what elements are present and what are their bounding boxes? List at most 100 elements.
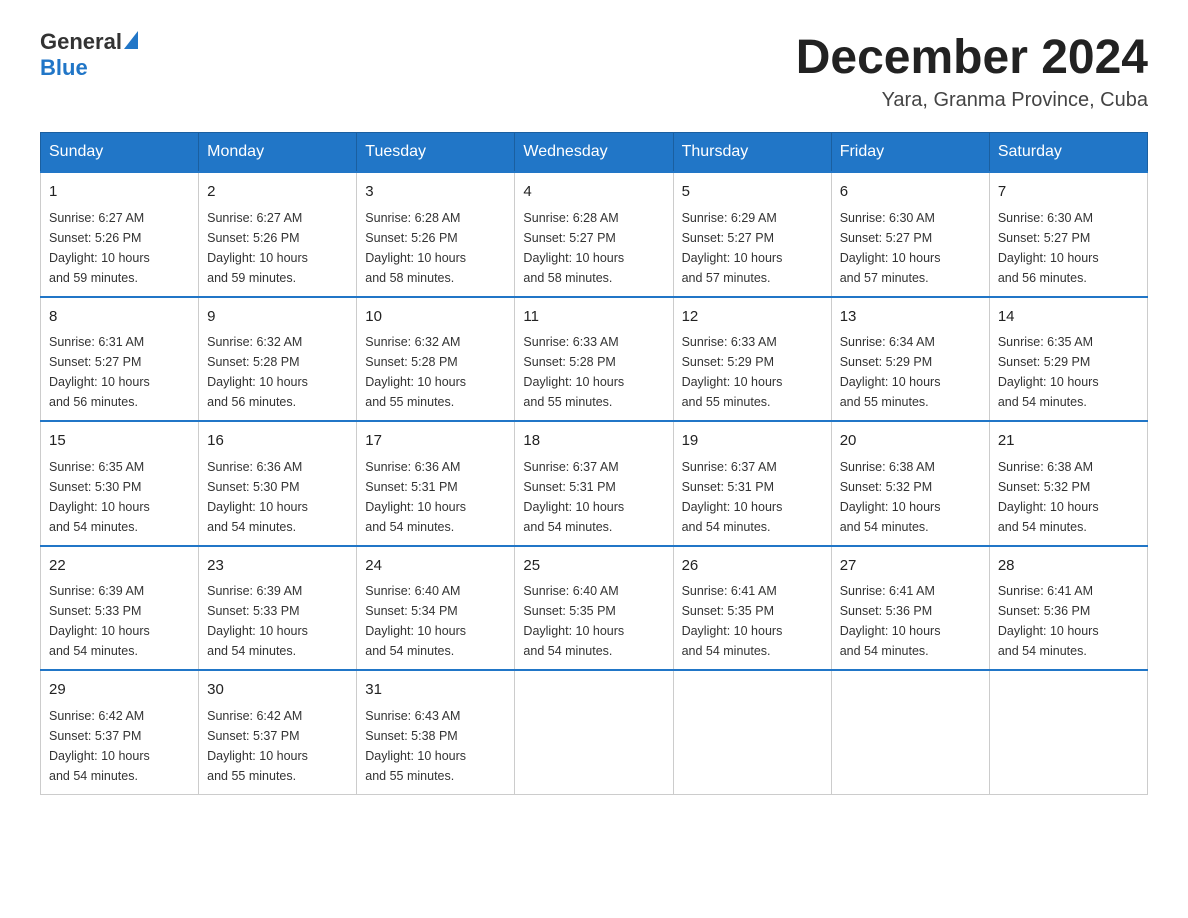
day-number: 7 [998, 181, 1139, 204]
calendar-cell: 12 Sunrise: 6:33 AMSunset: 5:29 PMDaylig… [673, 297, 831, 422]
day-info: Sunrise: 6:39 AMSunset: 5:33 PMDaylight:… [207, 584, 308, 658]
calendar-cell: 29 Sunrise: 6:42 AMSunset: 5:37 PMDaylig… [41, 670, 199, 794]
day-info: Sunrise: 6:40 AMSunset: 5:34 PMDaylight:… [365, 584, 466, 658]
day-number: 23 [207, 555, 348, 578]
calendar-cell: 14 Sunrise: 6:35 AMSunset: 5:29 PMDaylig… [989, 297, 1147, 422]
calendar-cell: 7 Sunrise: 6:30 AMSunset: 5:27 PMDayligh… [989, 172, 1147, 297]
day-info: Sunrise: 6:34 AMSunset: 5:29 PMDaylight:… [840, 335, 941, 409]
calendar-header-row: SundayMondayTuesdayWednesdayThursdayFrid… [41, 133, 1148, 173]
day-number: 2 [207, 181, 348, 204]
day-number: 31 [365, 679, 506, 702]
day-number: 18 [523, 430, 664, 453]
calendar-cell: 26 Sunrise: 6:41 AMSunset: 5:35 PMDaylig… [673, 546, 831, 671]
calendar-cell: 5 Sunrise: 6:29 AMSunset: 5:27 PMDayligh… [673, 172, 831, 297]
logo-triangle-icon [124, 31, 138, 49]
day-info: Sunrise: 6:29 AMSunset: 5:27 PMDaylight:… [682, 211, 783, 285]
day-number: 4 [523, 181, 664, 204]
month-title: December 2024 [796, 30, 1148, 85]
calendar-cell: 27 Sunrise: 6:41 AMSunset: 5:36 PMDaylig… [831, 546, 989, 671]
day-info: Sunrise: 6:36 AMSunset: 5:31 PMDaylight:… [365, 460, 466, 534]
day-info: Sunrise: 6:37 AMSunset: 5:31 PMDaylight:… [682, 460, 783, 534]
day-number: 24 [365, 555, 506, 578]
calendar-table: SundayMondayTuesdayWednesdayThursdayFrid… [40, 132, 1148, 795]
day-number: 8 [49, 306, 190, 329]
calendar-cell: 6 Sunrise: 6:30 AMSunset: 5:27 PMDayligh… [831, 172, 989, 297]
calendar-cell: 15 Sunrise: 6:35 AMSunset: 5:30 PMDaylig… [41, 421, 199, 546]
day-info: Sunrise: 6:35 AMSunset: 5:29 PMDaylight:… [998, 335, 1099, 409]
day-number: 30 [207, 679, 348, 702]
day-info: Sunrise: 6:41 AMSunset: 5:36 PMDaylight:… [840, 584, 941, 658]
calendar-cell: 31 Sunrise: 6:43 AMSunset: 5:38 PMDaylig… [357, 670, 515, 794]
calendar-week-row: 22 Sunrise: 6:39 AMSunset: 5:33 PMDaylig… [41, 546, 1148, 671]
calendar-cell [515, 670, 673, 794]
day-info: Sunrise: 6:35 AMSunset: 5:30 PMDaylight:… [49, 460, 150, 534]
calendar-week-row: 8 Sunrise: 6:31 AMSunset: 5:27 PMDayligh… [41, 297, 1148, 422]
day-number: 6 [840, 181, 981, 204]
calendar-cell: 24 Sunrise: 6:40 AMSunset: 5:34 PMDaylig… [357, 546, 515, 671]
calendar-cell: 4 Sunrise: 6:28 AMSunset: 5:27 PMDayligh… [515, 172, 673, 297]
day-info: Sunrise: 6:33 AMSunset: 5:28 PMDaylight:… [523, 335, 624, 409]
page-header: General Blue December 2024 Yara, Granma … [40, 30, 1148, 112]
calendar-week-row: 1 Sunrise: 6:27 AMSunset: 5:26 PMDayligh… [41, 172, 1148, 297]
day-number: 12 [682, 306, 823, 329]
day-info: Sunrise: 6:42 AMSunset: 5:37 PMDaylight:… [49, 709, 150, 783]
day-info: Sunrise: 6:42 AMSunset: 5:37 PMDaylight:… [207, 709, 308, 783]
calendar-cell: 19 Sunrise: 6:37 AMSunset: 5:31 PMDaylig… [673, 421, 831, 546]
calendar-cell: 16 Sunrise: 6:36 AMSunset: 5:30 PMDaylig… [199, 421, 357, 546]
calendar-cell: 28 Sunrise: 6:41 AMSunset: 5:36 PMDaylig… [989, 546, 1147, 671]
day-number: 22 [49, 555, 190, 578]
calendar-cell: 9 Sunrise: 6:32 AMSunset: 5:28 PMDayligh… [199, 297, 357, 422]
day-number: 20 [840, 430, 981, 453]
day-number: 11 [523, 306, 664, 329]
day-info: Sunrise: 6:27 AMSunset: 5:26 PMDaylight:… [49, 211, 150, 285]
day-number: 28 [998, 555, 1139, 578]
location-title: Yara, Granma Province, Cuba [796, 89, 1148, 112]
day-number: 5 [682, 181, 823, 204]
day-number: 10 [365, 306, 506, 329]
header-saturday: Saturday [989, 133, 1147, 173]
day-info: Sunrise: 6:38 AMSunset: 5:32 PMDaylight:… [840, 460, 941, 534]
day-info: Sunrise: 6:40 AMSunset: 5:35 PMDaylight:… [523, 584, 624, 658]
calendar-cell [831, 670, 989, 794]
day-number: 9 [207, 306, 348, 329]
calendar-cell [989, 670, 1147, 794]
calendar-cell: 25 Sunrise: 6:40 AMSunset: 5:35 PMDaylig… [515, 546, 673, 671]
day-number: 21 [998, 430, 1139, 453]
calendar-cell: 2 Sunrise: 6:27 AMSunset: 5:26 PMDayligh… [199, 172, 357, 297]
day-number: 16 [207, 430, 348, 453]
day-number: 3 [365, 181, 506, 204]
day-info: Sunrise: 6:32 AMSunset: 5:28 PMDaylight:… [365, 335, 466, 409]
header-friday: Friday [831, 133, 989, 173]
header-wednesday: Wednesday [515, 133, 673, 173]
day-number: 15 [49, 430, 190, 453]
day-number: 27 [840, 555, 981, 578]
calendar-cell [673, 670, 831, 794]
day-info: Sunrise: 6:36 AMSunset: 5:30 PMDaylight:… [207, 460, 308, 534]
header-monday: Monday [199, 133, 357, 173]
calendar-cell: 1 Sunrise: 6:27 AMSunset: 5:26 PMDayligh… [41, 172, 199, 297]
day-info: Sunrise: 6:27 AMSunset: 5:26 PMDaylight:… [207, 211, 308, 285]
day-info: Sunrise: 6:30 AMSunset: 5:27 PMDaylight:… [998, 211, 1099, 285]
day-info: Sunrise: 6:28 AMSunset: 5:26 PMDaylight:… [365, 211, 466, 285]
day-info: Sunrise: 6:28 AMSunset: 5:27 PMDaylight:… [523, 211, 624, 285]
calendar-cell: 30 Sunrise: 6:42 AMSunset: 5:37 PMDaylig… [199, 670, 357, 794]
day-number: 19 [682, 430, 823, 453]
calendar-cell: 11 Sunrise: 6:33 AMSunset: 5:28 PMDaylig… [515, 297, 673, 422]
calendar-cell: 8 Sunrise: 6:31 AMSunset: 5:27 PMDayligh… [41, 297, 199, 422]
day-info: Sunrise: 6:32 AMSunset: 5:28 PMDaylight:… [207, 335, 308, 409]
day-info: Sunrise: 6:39 AMSunset: 5:33 PMDaylight:… [49, 584, 150, 658]
header-thursday: Thursday [673, 133, 831, 173]
day-number: 29 [49, 679, 190, 702]
logo: General Blue [40, 30, 138, 80]
calendar-cell: 18 Sunrise: 6:37 AMSunset: 5:31 PMDaylig… [515, 421, 673, 546]
calendar-cell: 23 Sunrise: 6:39 AMSunset: 5:33 PMDaylig… [199, 546, 357, 671]
day-info: Sunrise: 6:41 AMSunset: 5:36 PMDaylight:… [998, 584, 1099, 658]
day-info: Sunrise: 6:30 AMSunset: 5:27 PMDaylight:… [840, 211, 941, 285]
calendar-cell: 10 Sunrise: 6:32 AMSunset: 5:28 PMDaylig… [357, 297, 515, 422]
calendar-week-row: 29 Sunrise: 6:42 AMSunset: 5:37 PMDaylig… [41, 670, 1148, 794]
day-number: 14 [998, 306, 1139, 329]
calendar-cell: 22 Sunrise: 6:39 AMSunset: 5:33 PMDaylig… [41, 546, 199, 671]
calendar-cell: 3 Sunrise: 6:28 AMSunset: 5:26 PMDayligh… [357, 172, 515, 297]
day-info: Sunrise: 6:31 AMSunset: 5:27 PMDaylight:… [49, 335, 150, 409]
calendar-cell: 17 Sunrise: 6:36 AMSunset: 5:31 PMDaylig… [357, 421, 515, 546]
